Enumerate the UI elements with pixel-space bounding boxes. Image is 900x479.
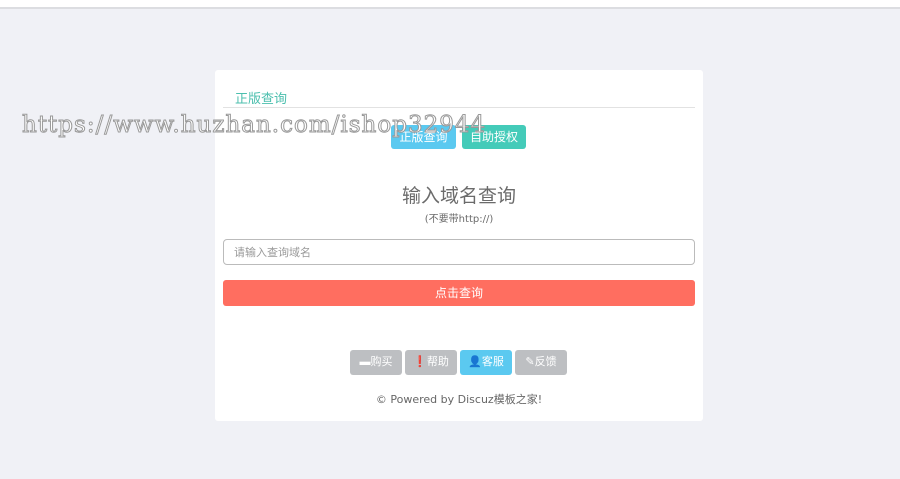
tab-genuine-query[interactable]: 正版查询 xyxy=(235,88,287,107)
feedback-button[interactable]: ✎反馈 xyxy=(515,350,567,375)
domain-input[interactable] xyxy=(223,239,695,265)
browser-toolbar xyxy=(0,0,900,9)
submit-query-button[interactable]: 点击查询 xyxy=(223,280,695,306)
divider xyxy=(223,107,695,108)
support-button[interactable]: 👤客服 xyxy=(460,350,512,375)
buy-label: 购买 xyxy=(370,356,393,368)
help-button[interactable]: ❗帮助 xyxy=(405,350,457,375)
buy-button[interactable]: ▬购买 xyxy=(350,350,402,375)
exclamation-icon: ❗ xyxy=(413,356,427,368)
support-label: 客服 xyxy=(481,356,504,368)
feedback-label: 反馈 xyxy=(534,356,557,368)
user-icon: 👤 xyxy=(468,356,482,368)
query-card: 正版查询 正版查询 自助授权 输入域名查询 (不要带http://) 点击查询 … xyxy=(215,70,703,421)
hint-text: (不要带http://) xyxy=(424,214,494,225)
genuine-query-button[interactable]: 正版查询 xyxy=(391,125,456,149)
footer-credit: © Powered by Discuz模板之家! xyxy=(375,393,543,406)
pencil-icon: ✎ xyxy=(525,356,535,368)
help-label: 帮助 xyxy=(426,356,449,368)
card-icon: ▬ xyxy=(359,356,371,368)
self-authorize-button[interactable]: 自助授权 xyxy=(462,125,526,149)
page-title: 输入域名查询 xyxy=(401,185,516,207)
